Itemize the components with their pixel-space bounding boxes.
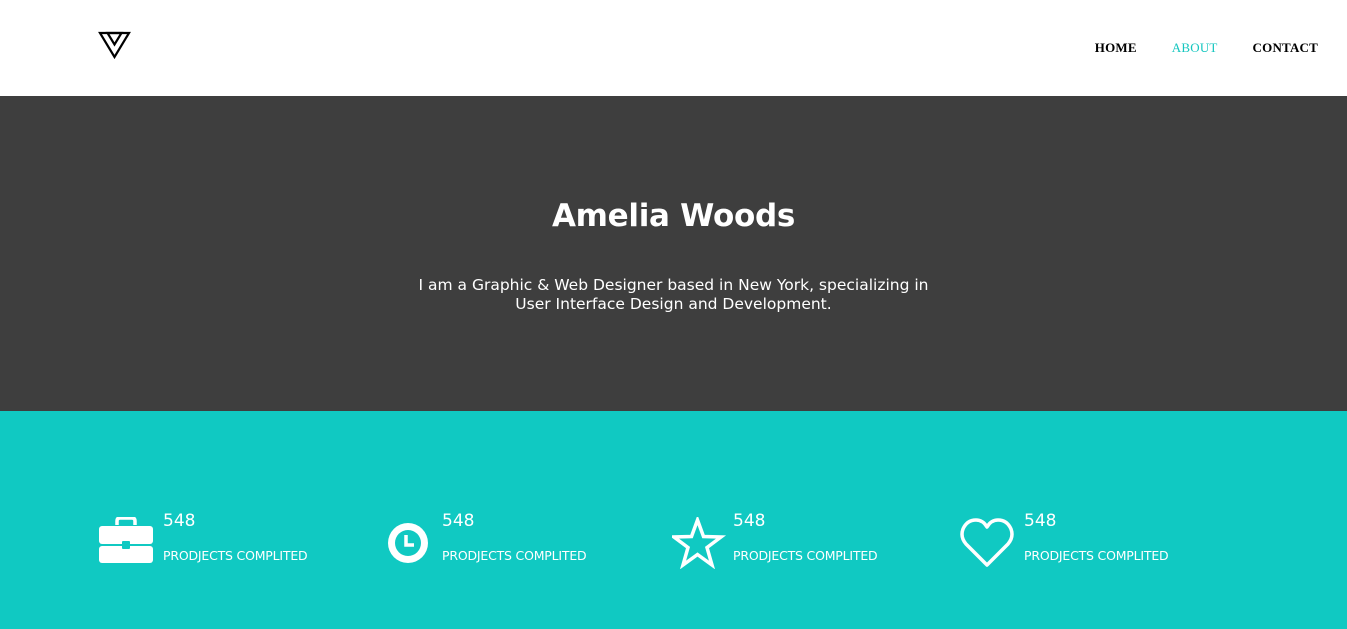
heart-icon <box>960 517 1016 569</box>
nav-home[interactable]: HOME <box>1095 40 1137 56</box>
stat-number: 548 <box>163 511 196 531</box>
stat-number: 548 <box>733 511 766 531</box>
main-nav: HOME ABOUT CONTACT <box>1060 40 1318 56</box>
stat-number: 548 <box>442 511 475 531</box>
hero-bio: I am a Graphic & Web Designer based in N… <box>418 276 929 313</box>
stat-item: 548 PRODJECTS COMPLITED <box>385 511 645 571</box>
hero-name: Amelia Woods <box>551 198 795 234</box>
hero-section: Amelia Woods I am a Graphic & Web Design… <box>0 96 1347 411</box>
inverted-triangle-logo-icon[interactable] <box>98 31 131 60</box>
stat-number: 548 <box>1024 511 1057 531</box>
stat-item: 548 PRODJECTS COMPLITED <box>98 511 358 571</box>
stat-item: 548 PRODJECTS COMPLITED <box>668 511 932 571</box>
clock-icon <box>385 517 441 569</box>
site-header: HOME ABOUT CONTACT <box>0 0 1347 96</box>
stat-label: PRODJECTS COMPLITED <box>163 548 308 563</box>
briefcase-icon <box>98 516 154 569</box>
stat-item: 548 PRODJECTS COMPLITED <box>960 511 1220 571</box>
nav-contact[interactable]: CONTACT <box>1253 40 1318 56</box>
stat-label: PRODJECTS COMPLITED <box>1024 548 1169 563</box>
nav-about[interactable]: ABOUT <box>1172 40 1218 56</box>
stat-label: PRODJECTS COMPLITED <box>733 548 878 563</box>
stat-label: PRODJECTS COMPLITED <box>442 548 587 563</box>
star-icon <box>668 514 728 570</box>
stats-section: 548 PRODJECTS COMPLITED 548 PRODJECTS CO… <box>0 411 1347 629</box>
